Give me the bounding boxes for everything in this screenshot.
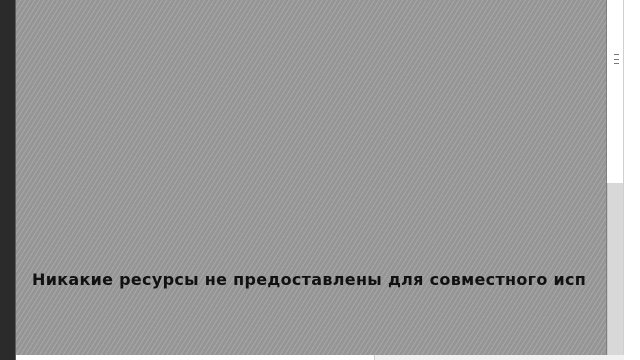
grip-lines-icon[interactable]	[611, 54, 621, 64]
grip-line	[613, 58, 619, 60]
bottom-panel-edge	[374, 355, 624, 360]
no-shared-resources-message: Никакие ресурсы не предоставлены для сов…	[32, 270, 587, 289]
right-rail-panel	[607, 183, 624, 355]
left-rail	[0, 0, 16, 360]
grip-line	[613, 63, 619, 64]
screen: Никакие ресурсы не предоставлены для сов…	[0, 0, 640, 360]
right-rail-divider	[623, 0, 624, 355]
grip-line	[613, 54, 619, 55]
shared-content-panel: Никакие ресурсы не предоставлены для сов…	[16, 0, 607, 355]
